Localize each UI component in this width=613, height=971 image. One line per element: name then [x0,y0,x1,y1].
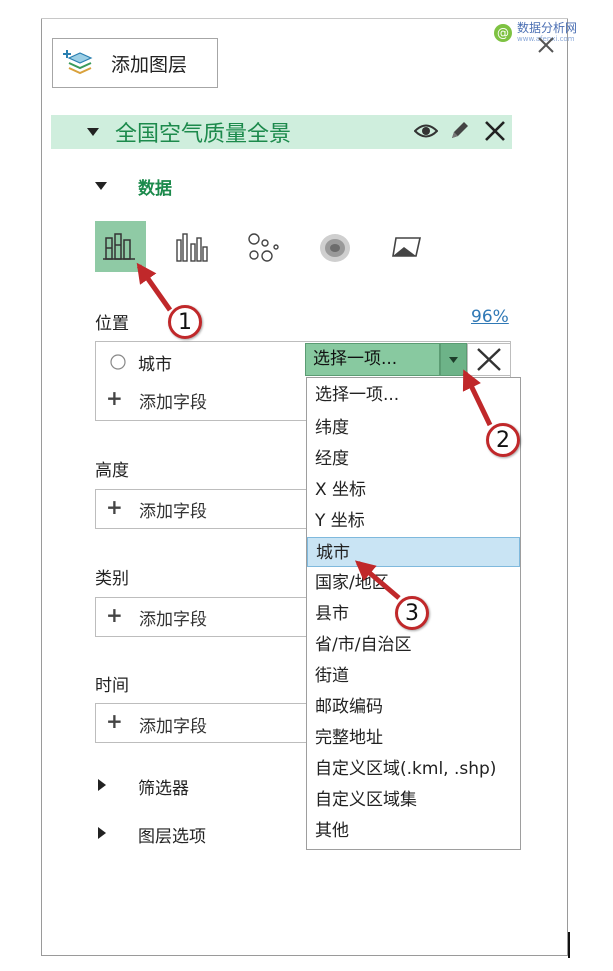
close-icon [477,348,501,371]
dropdown-item-full-address[interactable]: 完整地址 [307,723,520,753]
height-add-field[interactable]: 添加字段 [139,497,207,522]
dropdown-item-province[interactable]: 省/市/自治区 [307,630,520,660]
dropdown-item-custom-region[interactable]: 自定义区域(.kml, .shp) [307,754,520,784]
layer-options-expand-icon[interactable] [98,827,106,839]
heat-map-icon[interactable] [318,232,352,264]
clustered-column-icon[interactable] [173,228,211,266]
location-field-city: 城市 [138,355,172,375]
remove-field-button[interactable] [467,343,511,376]
add-layer-button[interactable]: 添加图层 [52,38,218,88]
callout-badge-1: 1 [168,305,202,339]
callout-badge-3: 3 [395,596,429,630]
chevron-down-icon [449,357,458,363]
filters-expand-icon[interactable] [98,779,106,791]
eye-icon[interactable] [414,121,438,141]
dropdown-item-x-coordinate[interactable]: X 坐标 [307,475,520,505]
add-field-plus-icon: + [106,386,123,410]
time-label: 时间 [95,676,129,696]
watermark: @ 数据分析网 www.afenxi.com [493,22,577,43]
dropdown-item-custom-region-set[interactable]: 自定义区域集 [307,785,520,815]
dropdown-item-other[interactable]: 其他 [307,816,520,846]
region-map-icon[interactable] [390,234,424,262]
layer-header[interactable]: 全国空气质量全景 [51,115,512,149]
close-pane-icon[interactable] [537,36,555,54]
edit-pencil-icon[interactable] [449,119,471,141]
layer-collapse-icon[interactable] [87,128,99,136]
dropdown-item-street[interactable]: 街道 [307,661,520,691]
layer-title: 全国空气质量全景 [115,122,292,147]
data-section-label: 数据 [138,179,172,199]
add-layer-label: 添加图层 [111,53,188,76]
dropdown-item-postal-code[interactable]: 邮政编码 [307,692,520,722]
bubble-chart-icon[interactable] [245,230,281,266]
stacked-column-chart-button[interactable] [95,221,146,272]
add-category-plus-icon: + [106,603,123,627]
svg-text:@: @ [497,26,509,40]
pane-top-border [41,18,568,19]
category-label: 类别 [95,569,129,589]
time-add-field[interactable]: 添加字段 [139,712,207,737]
height-label: 高度 [95,461,129,481]
geography-type-select[interactable]: 选择一项... [305,343,440,376]
add-height-plus-icon: + [106,495,123,519]
add-layer-icon [63,50,93,75]
add-time-plus-icon: + [106,709,123,733]
layer-options-label[interactable]: 图层选项 [138,822,206,847]
city-radio-icon[interactable] [109,353,127,371]
callout-badge-2: 2 [486,423,520,457]
location-percent-link[interactable]: 96% [471,307,509,327]
geography-select-arrow-button[interactable] [440,343,467,376]
location-add-field[interactable]: 添加字段 [139,388,207,413]
filters-label[interactable]: 筛选器 [138,774,189,799]
delete-layer-icon[interactable] [484,120,506,142]
stacked-column-icon [103,233,135,260]
text-cursor [568,932,570,958]
dropdown-item-country-region[interactable]: 国家/地区 [307,568,520,598]
watermark-text: 数据分析网 [517,21,578,35]
dropdown-item-y-coordinate[interactable]: Y 坐标 [307,506,520,536]
location-label: 位置 [95,314,129,334]
data-section-collapse-icon[interactable] [95,182,107,190]
watermark-logo-icon: @ [494,23,512,42]
dropdown-item-city[interactable]: 城市 [307,537,520,567]
category-add-field[interactable]: 添加字段 [139,605,207,630]
dropdown-item-select-one[interactable]: 选择一项... [307,380,520,410]
